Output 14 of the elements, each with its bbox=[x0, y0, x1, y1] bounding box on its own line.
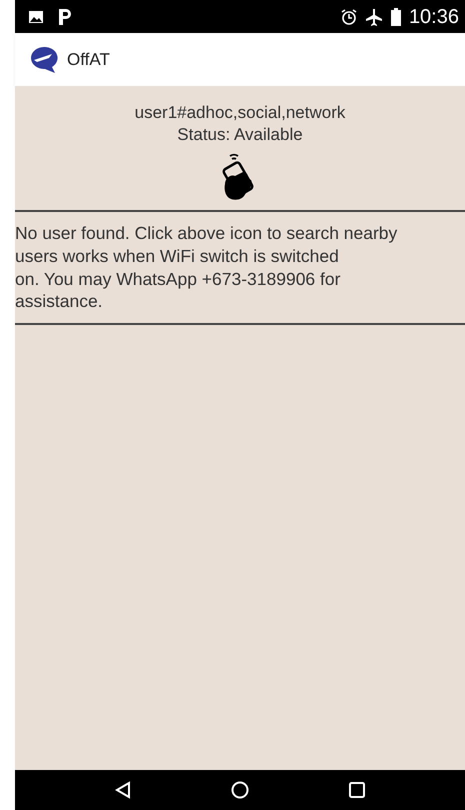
home-icon[interactable] bbox=[231, 781, 249, 799]
alarm-icon bbox=[340, 8, 357, 24]
user-name: user1#adhoc,social,network bbox=[134, 102, 346, 124]
parking-icon bbox=[59, 8, 71, 24]
picture-icon bbox=[29, 10, 43, 22]
user-status: Status: Available bbox=[176, 124, 304, 146]
battery-icon bbox=[390, 8, 401, 26]
info-message: No user found. Click above icon to search nearby users works when WiFi switch is switched on. You may WhatsApp +673-3189906 for assistance. bbox=[15, 222, 398, 314]
back-icon[interactable] bbox=[115, 781, 131, 799]
clock-time: 10:36 bbox=[408, 4, 459, 30]
recents-icon[interactable] bbox=[349, 782, 365, 798]
app-logo-icon bbox=[29, 46, 59, 74]
app-title: OffAT bbox=[67, 48, 110, 71]
airplane-icon bbox=[364, 8, 383, 26]
